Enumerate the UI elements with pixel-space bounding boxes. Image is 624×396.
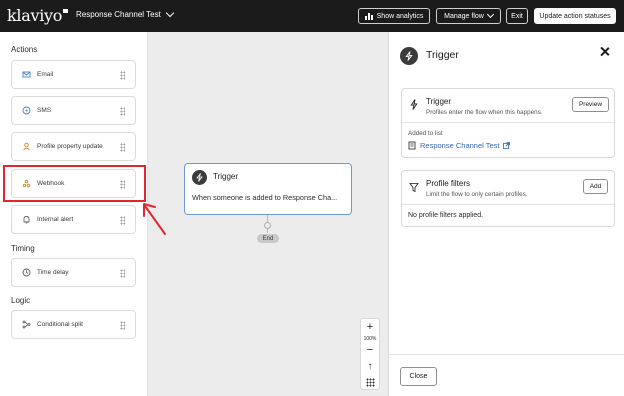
trigger-box-title: Trigger: [426, 97, 452, 106]
added-to-list-label: Added to list: [408, 130, 443, 137]
list-icon: [408, 141, 416, 150]
drag-handle-icon[interactable]: [120, 107, 125, 116]
flow-canvas[interactable]: Trigger When someone is added to Respons…: [148, 32, 388, 396]
end-node: End: [257, 234, 279, 243]
trigger-node-title: Trigger: [213, 172, 239, 181]
close-icon[interactable]: [599, 46, 611, 58]
filter-icon: [409, 180, 420, 198]
actions-sidebar: Actions Email SMS Profile property updat…: [0, 32, 148, 396]
drag-handle-icon[interactable]: [120, 269, 125, 278]
zoom-out-button[interactable]: −: [361, 345, 379, 356]
footer-divider: [389, 354, 624, 355]
lightning-icon: [192, 170, 207, 185]
actions-title: Actions: [11, 45, 38, 54]
show-analytics-button[interactable]: Show analytics: [358, 8, 430, 24]
sidebar-item-time-delay[interactable]: Time delay: [11, 258, 136, 287]
timing-title: Timing: [11, 244, 35, 253]
trigger-settings-panel: Trigger Trigger Profiles enter the flow …: [388, 32, 624, 396]
sidebar-item-conditional-split[interactable]: Conditional split: [11, 310, 136, 339]
flow-name: Response Channel Test: [76, 10, 161, 19]
divider: [402, 122, 614, 123]
lightning-icon: [400, 47, 418, 65]
zoom-level: 100%: [363, 336, 377, 342]
profile-icon: [22, 142, 31, 151]
add-step-dot[interactable]: [264, 222, 271, 229]
add-filter-button[interactable]: Add: [583, 179, 608, 194]
grid-icon[interactable]: [366, 378, 375, 387]
chart-icon: [364, 12, 373, 20]
sms-icon: [22, 106, 31, 115]
split-icon: [22, 320, 31, 329]
panel-title: Trigger: [426, 49, 459, 61]
exit-button[interactable]: Exit: [506, 8, 528, 24]
trigger-node-description: When someone is added to Response Cha...: [192, 193, 338, 202]
profile-filters-subtitle: Limit the flow to only certain profiles.: [426, 191, 528, 198]
divider: [402, 204, 614, 205]
logic-title: Logic: [11, 296, 31, 305]
fit-to-trigger-button[interactable]: ↑: [361, 361, 379, 372]
close-button[interactable]: Close: [400, 367, 437, 386]
manage-flow-button[interactable]: Manage flow: [436, 8, 501, 24]
profile-filters-box: Profile filters Limit the flow to only c…: [401, 170, 615, 227]
sidebar-item-email[interactable]: Email: [11, 60, 136, 89]
trigger-box-subtitle: Profiles enter the flow when this happen…: [426, 109, 543, 116]
top-bar: klaviyo Response Channel Test Show analy…: [0, 0, 624, 32]
no-filters-text: No profile filters applied.: [408, 212, 484, 219]
trigger-box: Trigger Profiles enter the flow when thi…: [401, 88, 615, 158]
profile-filters-title: Profile filters: [426, 179, 471, 188]
drag-handle-icon[interactable]: [120, 321, 125, 330]
lightning-outline-icon: [409, 97, 419, 115]
flow-name-dropdown[interactable]: Response Channel Test: [76, 8, 175, 19]
list-link[interactable]: Response Channel Test: [408, 141, 510, 150]
klaviyo-logo[interactable]: klaviyo: [7, 6, 69, 25]
chevron-down-icon: [486, 10, 494, 19]
chevron-down-icon: [165, 8, 175, 18]
sidebar-item-internal-alert[interactable]: Internal alert: [11, 205, 136, 234]
zoom-in-button[interactable]: +: [361, 322, 379, 333]
sidebar-item-profile-property-update[interactable]: Profile property update: [11, 132, 136, 161]
clock-icon: [22, 268, 31, 277]
sidebar-item-sms[interactable]: SMS: [11, 96, 136, 125]
mail-icon: [22, 70, 31, 79]
bell-icon: [22, 215, 31, 224]
drag-handle-icon[interactable]: [120, 143, 125, 152]
zoom-controls: + 100% − ↑: [360, 318, 380, 390]
preview-button[interactable]: Preview: [572, 97, 609, 112]
drag-handle-icon[interactable]: [120, 71, 125, 80]
external-link-icon: [502, 142, 510, 149]
drag-handle-icon[interactable]: [120, 216, 125, 225]
annotation-arrow-icon: [143, 203, 166, 235]
trigger-node[interactable]: Trigger When someone is added to Respons…: [184, 163, 352, 215]
update-statuses-button[interactable]: Update action statuses: [534, 8, 616, 24]
webhook-highlight-box: [3, 165, 146, 202]
